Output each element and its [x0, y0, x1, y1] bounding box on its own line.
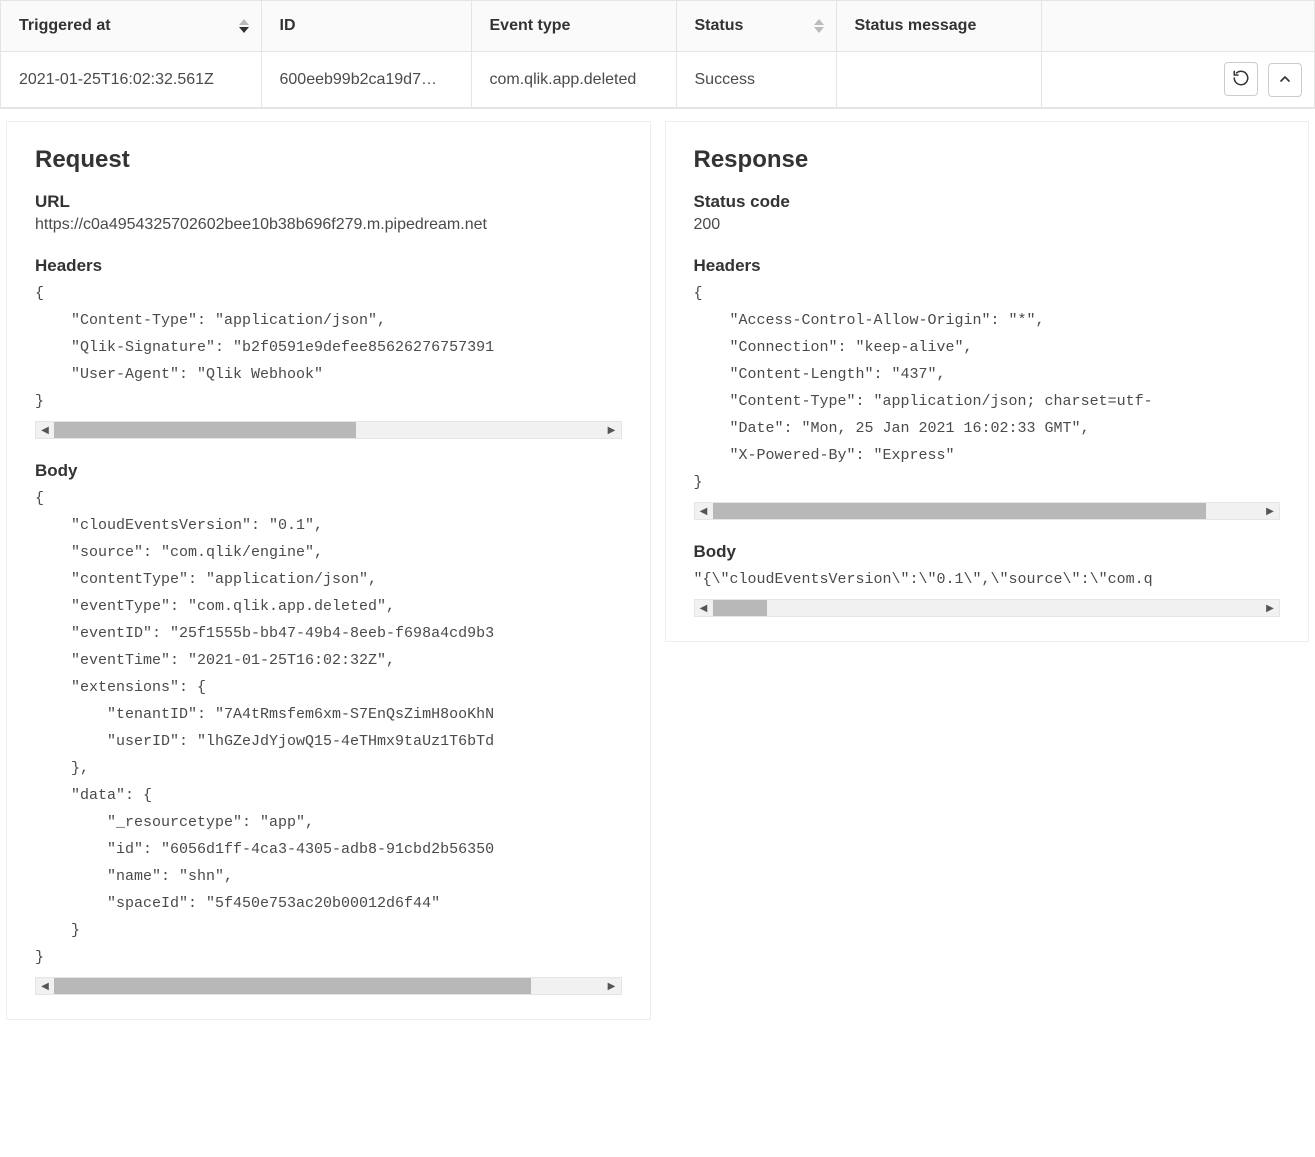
- deliveries-table: Triggered at ID Event type Status: [0, 0, 1315, 109]
- cell-actions: [1041, 52, 1314, 108]
- url-label: URL: [35, 192, 622, 212]
- request-panel: Request URL https://c0a4954325702602bee1…: [6, 121, 651, 1020]
- col-status-message[interactable]: Status message: [836, 1, 1041, 52]
- cell-id: 600eeb99b2ca19d7…: [261, 52, 471, 108]
- request-body-code: { "cloudEventsVersion": "0.1", "source":…: [35, 485, 622, 971]
- col-status-label: Status: [695, 17, 744, 34]
- response-body-code: "{\"cloudEventsVersion\":\"0.1\",\"sourc…: [694, 566, 1281, 593]
- sort-icon[interactable]: [239, 19, 249, 33]
- scroll-right-icon[interactable]: ▶: [1261, 506, 1279, 517]
- col-status[interactable]: Status: [676, 1, 836, 52]
- col-id-label: ID: [280, 17, 296, 34]
- url-value: https://c0a4954325702602bee10b38b696f279…: [35, 216, 622, 234]
- response-headers-code: { "Access-Control-Allow-Origin": "*", "C…: [694, 280, 1281, 496]
- resend-button[interactable]: [1224, 62, 1258, 96]
- refresh-icon: [1232, 69, 1250, 90]
- cell-status: Success: [676, 52, 836, 108]
- detail-panels: Request URL https://c0a4954325702602bee1…: [0, 109, 1315, 1032]
- col-actions: [1041, 1, 1314, 52]
- cell-triggered-at: 2021-01-25T16:02:32.561Z: [1, 52, 261, 108]
- scroll-left-icon[interactable]: ◀: [36, 425, 54, 436]
- scroll-left-icon[interactable]: ◀: [36, 981, 54, 992]
- scroll-right-icon[interactable]: ▶: [603, 981, 621, 992]
- col-id[interactable]: ID: [261, 1, 471, 52]
- response-headers-scrollbar[interactable]: ◀ ▶: [694, 502, 1281, 520]
- collapse-button[interactable]: [1268, 63, 1302, 97]
- status-code-label: Status code: [694, 192, 1281, 212]
- col-status-message-label: Status message: [855, 17, 977, 34]
- response-body-scrollbar[interactable]: ◀ ▶: [694, 599, 1281, 617]
- table-row[interactable]: 2021-01-25T16:02:32.561Z 600eeb99b2ca19d…: [1, 52, 1314, 108]
- request-body-scrollbar[interactable]: ◀ ▶: [35, 977, 622, 995]
- status-code-value: 200: [694, 216, 1281, 234]
- response-headers-label: Headers: [694, 256, 1281, 276]
- response-body-label: Body: [694, 542, 1281, 562]
- scroll-right-icon[interactable]: ▶: [603, 425, 621, 436]
- table-header-row: Triggered at ID Event type Status: [1, 1, 1314, 52]
- col-event-type[interactable]: Event type: [471, 1, 676, 52]
- cell-event-type: com.qlik.app.deleted: [471, 52, 676, 108]
- col-triggered-at[interactable]: Triggered at: [1, 1, 261, 52]
- response-title: Response: [694, 146, 1281, 174]
- request-title: Request: [35, 146, 622, 174]
- request-headers-code: { "Content-Type": "application/json", "Q…: [35, 280, 622, 415]
- request-headers-label: Headers: [35, 256, 622, 276]
- col-event-type-label: Event type: [490, 17, 571, 34]
- chevron-up-icon: [1277, 71, 1293, 90]
- request-body-label: Body: [35, 461, 622, 481]
- request-headers-scrollbar[interactable]: ◀ ▶: [35, 421, 622, 439]
- scroll-left-icon[interactable]: ◀: [695, 506, 713, 517]
- scroll-left-icon[interactable]: ◀: [695, 603, 713, 614]
- scroll-right-icon[interactable]: ▶: [1261, 603, 1279, 614]
- cell-status-message: [836, 52, 1041, 108]
- response-panel: Response Status code 200 Headers { "Acce…: [665, 121, 1310, 642]
- col-triggered-at-label: Triggered at: [19, 17, 111, 34]
- sort-icon[interactable]: [814, 19, 824, 33]
